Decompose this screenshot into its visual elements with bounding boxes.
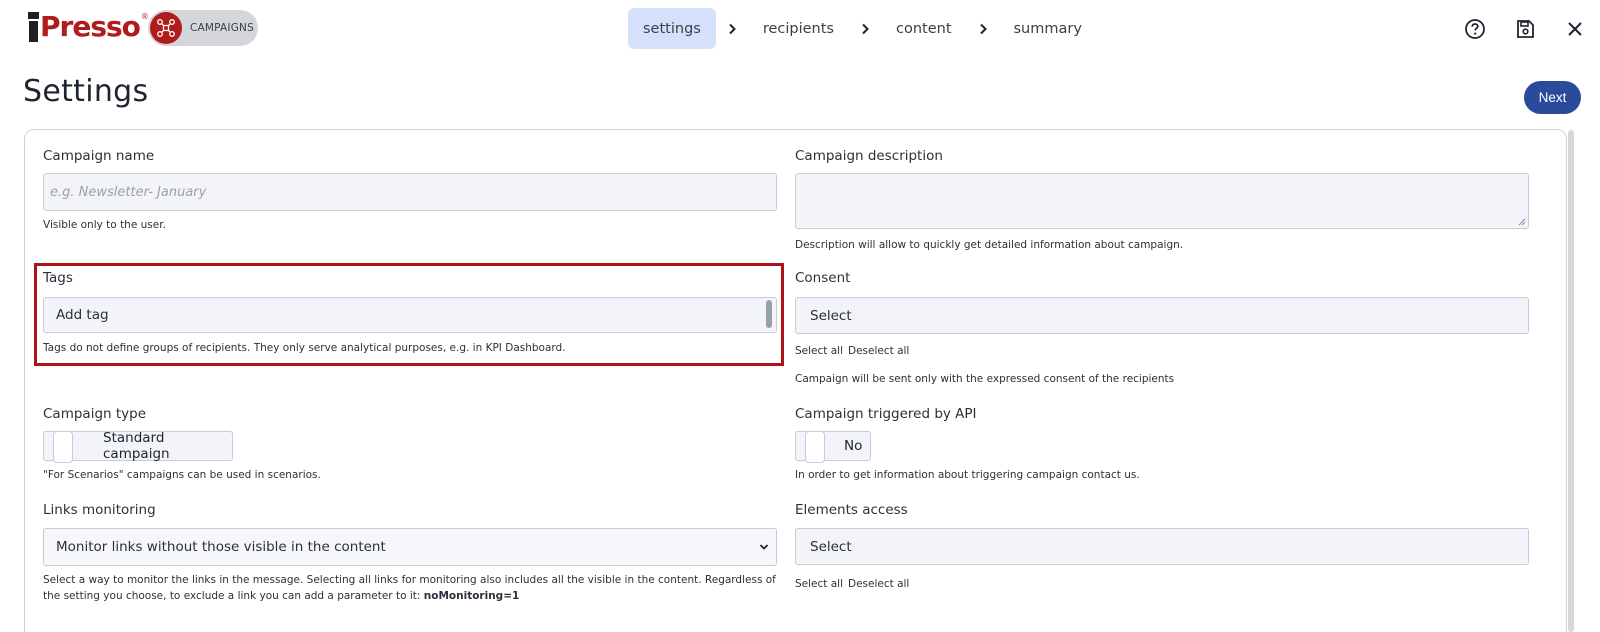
toggle-knob[interactable] [805, 431, 825, 463]
step-recipients[interactable]: recipients [748, 8, 849, 49]
triggered-by-api-label: Campaign triggered by API [795, 406, 977, 422]
campaign-name-input[interactable]: e.g. Newsletter- January [43, 173, 777, 211]
links-monitoring-select[interactable]: Monitor links without those visible in t… [43, 528, 777, 566]
page-title: Settings [23, 74, 149, 109]
chevron-right-icon [967, 8, 999, 49]
links-monitoring-help: Select a way to monitor the links in the… [43, 574, 776, 602]
campaign-type-toggle[interactable]: Standard campaign [43, 430, 233, 463]
consent-help: Campaign will be sent only with the expr… [795, 373, 1175, 385]
logo-registered-mark: ® [140, 12, 149, 21]
consent-select-all-link[interactable]: Select all [795, 345, 843, 357]
logo-i-mark [28, 12, 39, 42]
campaign-description-help: Description will allow to quickly get de… [795, 239, 1184, 251]
module-label: CAMPAIGNS [190, 22, 254, 34]
ipresso-logo[interactable]: Presso ® [28, 8, 149, 42]
campaign-description-label: Campaign description [795, 148, 943, 164]
no-monitoring-param: noMonitoring=1 [423, 590, 520, 602]
campaign-name-label: Campaign name [43, 148, 155, 164]
chevron-right-icon [716, 8, 748, 49]
top-actions [1450, 14, 1600, 44]
step-settings[interactable]: settings [628, 8, 716, 49]
page-scrollbar[interactable] [1568, 130, 1574, 632]
triggered-by-api-value: No [844, 438, 863, 454]
step-summary[interactable]: summary [999, 8, 1097, 49]
close-icon[interactable] [1550, 14, 1600, 44]
chevron-down-icon [759, 544, 769, 550]
campaign-description-textarea[interactable] [795, 173, 1529, 229]
triggered-by-api-toggle[interactable]: No [795, 431, 871, 463]
campaign-type-value: Standard campaign [103, 430, 170, 462]
module-badge[interactable]: CAMPAIGNS [148, 10, 258, 46]
links-monitoring-value: Monitor links without those visible in t… [56, 539, 386, 555]
resize-grip-icon[interactable] [1518, 218, 1526, 226]
top-bar: Presso ® CAMPAIGNS settings recipients c… [0, 0, 1600, 56]
wizard-steps: settings recipients content summary [628, 8, 1097, 49]
campaigns-network-icon [150, 12, 182, 44]
elements-access-select-all-link[interactable]: Select all [795, 578, 843, 590]
chevron-right-icon [849, 8, 881, 49]
next-button[interactable]: Next [1524, 81, 1581, 114]
campaign-name-help: Visible only to the user. [43, 219, 166, 231]
elements-access-label: Elements access [795, 502, 908, 518]
consent-value: Select [810, 307, 852, 324]
campaign-type-label: Campaign type [43, 406, 147, 422]
elements-access-select[interactable]: Select [795, 528, 1529, 565]
elements-access-value: Select [810, 538, 852, 555]
tags-highlight-box [34, 263, 784, 366]
consent-select[interactable]: Select [795, 297, 1529, 334]
logo-text: Presso [40, 10, 141, 43]
toggle-knob[interactable] [53, 431, 73, 463]
consent-deselect-all-link[interactable]: Deselect all [848, 345, 909, 357]
campaign-type-help: "For Scenarios" campaigns can be used in… [43, 469, 321, 481]
links-monitoring-label: Links monitoring [43, 502, 156, 518]
save-icon[interactable] [1500, 14, 1550, 44]
elements-access-deselect-all-link[interactable]: Deselect all [848, 578, 909, 590]
consent-label: Consent [795, 270, 851, 286]
step-content[interactable]: content [881, 8, 967, 49]
triggered-by-api-help: In order to get information about trigge… [795, 469, 1140, 481]
help-icon[interactable] [1450, 14, 1500, 44]
